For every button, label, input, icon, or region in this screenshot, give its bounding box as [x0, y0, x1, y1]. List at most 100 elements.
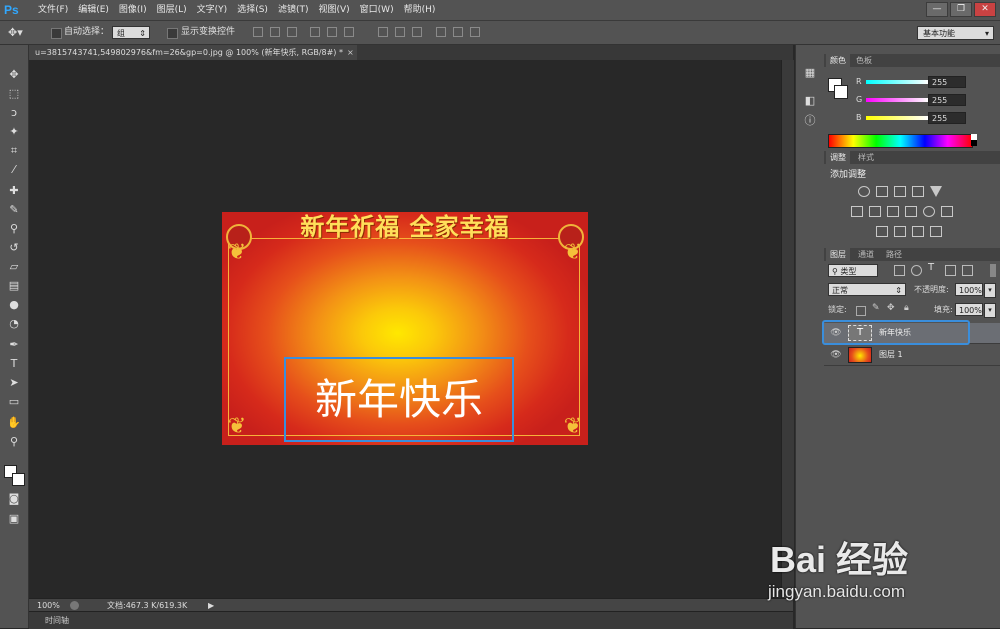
align-vcenter-icon[interactable] [270, 27, 280, 37]
menu-filter[interactable]: 滤镜(T) [273, 0, 314, 20]
black-white-adjust-icon[interactable] [887, 206, 899, 217]
filter-shape-icon[interactable] [945, 265, 956, 276]
vibrance-adjust-icon[interactable] [930, 186, 942, 197]
workspace-select[interactable]: 基本功能 ▾ [917, 26, 994, 40]
menu-layer[interactable]: 图层(L) [152, 0, 192, 20]
lock-all-icon[interactable]: 🔒︎ [904, 303, 914, 316]
clone-stamp-tool-icon[interactable]: ⚲ [5, 221, 23, 237]
distribute-vcenter-icon[interactable] [395, 27, 405, 37]
brush-tool-icon[interactable]: ✎ [5, 202, 23, 218]
distribute-left-icon[interactable] [436, 27, 446, 37]
lock-pixels-icon[interactable]: ✎ [872, 303, 882, 316]
distribute-top-icon[interactable] [378, 27, 388, 37]
levels-adjust-icon[interactable] [876, 186, 888, 197]
timeline-tab[interactable]: 时间轴 [45, 612, 69, 629]
lock-position-icon[interactable]: ✥ [887, 303, 897, 316]
filter-toggle[interactable] [990, 264, 996, 277]
document-close-icon[interactable]: × [347, 45, 354, 60]
marquee-tool-icon[interactable]: ⬚ [5, 86, 23, 102]
blend-mode-select[interactable]: 正常 ⇕ [828, 283, 906, 296]
vertical-scrollbar[interactable] [781, 60, 794, 598]
photo-filter-adjust-icon[interactable] [905, 206, 917, 217]
align-top-icon[interactable] [253, 27, 263, 37]
align-hcenter-icon[interactable] [327, 27, 337, 37]
exposure-adjust-icon[interactable] [912, 186, 924, 197]
move-tool-preset-icon[interactable]: ✥▾ [8, 25, 32, 40]
crop-tool-icon[interactable]: ⌗ [5, 143, 23, 159]
red-slider[interactable] [866, 80, 928, 84]
tab-styles[interactable]: 样式 [854, 151, 878, 164]
type-tool-icon[interactable]: T [5, 356, 23, 372]
auto-select-checkbox[interactable] [51, 28, 62, 39]
zoom-tool-icon[interactable]: ⚲ [5, 434, 23, 450]
filter-type-icon[interactable]: T [928, 262, 940, 276]
blur-tool-icon[interactable]: ● [5, 297, 23, 313]
tab-swatches[interactable]: 色板 [852, 54, 876, 67]
distribute-hcenter-icon[interactable] [453, 27, 463, 37]
green-value[interactable]: 255 [928, 94, 966, 106]
screen-mode-icon[interactable]: ▣ [5, 511, 23, 527]
blue-value[interactable]: 255 [928, 112, 966, 124]
opacity-dropdown-icon[interactable]: ▾ [984, 283, 996, 298]
properties-panel-icon[interactable]: ◧ [802, 93, 818, 109]
tab-channels[interactable]: 通道 [854, 248, 878, 261]
menu-help[interactable]: 帮助(H) [399, 0, 441, 20]
align-right-icon[interactable] [344, 27, 354, 37]
menu-window[interactable]: 窗口(W) [355, 0, 399, 20]
document-image[interactable]: 新年祈福 全家幸福 ❦ ❦ ❦ ❦ 新年快乐 [222, 212, 588, 445]
minimize-button[interactable]: — [926, 2, 948, 17]
show-transform-checkbox[interactable] [167, 28, 178, 39]
distribute-right-icon[interactable] [470, 27, 480, 37]
menu-edit[interactable]: 编辑(E) [73, 0, 114, 20]
history-panel-icon[interactable]: ▦ [802, 65, 818, 81]
invert-adjust-icon[interactable] [876, 226, 888, 237]
rectangle-tool-icon[interactable]: ▭ [5, 394, 23, 410]
menu-view[interactable]: 视图(V) [313, 0, 354, 20]
background-color-swatch[interactable] [12, 473, 25, 486]
history-brush-tool-icon[interactable]: ↺ [5, 240, 23, 256]
healing-brush-tool-icon[interactable]: ✚ [5, 183, 23, 199]
menu-type[interactable]: 文字(Y) [192, 0, 233, 20]
tab-layers[interactable]: 图层 [826, 248, 850, 261]
curves-adjust-icon[interactable] [894, 186, 906, 197]
spectrum-black-white[interactable] [971, 134, 977, 146]
channel-mixer-adjust-icon[interactable] [923, 206, 935, 217]
layer-filter-select[interactable]: ⚲ 类型 [828, 264, 878, 277]
magic-wand-tool-icon[interactable]: ✦ [5, 124, 23, 140]
info-panel-icon[interactable]: ⓘ [802, 113, 818, 129]
dodge-tool-icon[interactable]: ◔ [5, 316, 23, 332]
eyedropper-tool-icon[interactable]: ⁄ [5, 162, 23, 178]
align-bottom-icon[interactable] [287, 27, 297, 37]
status-info-icon[interactable] [70, 601, 79, 610]
blue-slider[interactable] [866, 116, 928, 120]
quick-mask-icon[interactable]: ◙ [5, 491, 23, 507]
document-tab[interactable]: u=3815743741,549802976&fm=26&gp=0.jpg @ … [29, 45, 358, 60]
layer-visibility-eye-icon[interactable]: 👁︎ [830, 349, 842, 361]
hand-tool-icon[interactable]: ✋ [5, 415, 23, 431]
green-slider[interactable] [866, 98, 928, 102]
tab-paths[interactable]: 路径 [882, 248, 906, 261]
layer-name[interactable]: 图层 1 [879, 345, 903, 365]
brightness-adjust-icon[interactable] [858, 186, 870, 197]
filter-pixel-icon[interactable] [894, 265, 905, 276]
gradient-tool-icon[interactable]: ▤ [5, 278, 23, 294]
distribute-bottom-icon[interactable] [412, 27, 422, 37]
path-selection-tool-icon[interactable]: ➤ [5, 375, 23, 391]
hue-saturation-adjust-icon[interactable] [851, 206, 863, 217]
menu-select[interactable]: 选择(S) [232, 0, 273, 20]
fill-dropdown-icon[interactable]: ▾ [984, 303, 996, 318]
color-spectrum-bar[interactable] [828, 134, 973, 148]
menu-file[interactable]: 文件(F) [33, 0, 73, 20]
filter-adjust-icon[interactable] [911, 265, 922, 276]
pen-tool-icon[interactable]: ✒ [5, 337, 23, 353]
fill-input[interactable]: 100% [955, 303, 983, 316]
layer-row-image[interactable]: 👁︎ 图层 1 [824, 345, 1000, 366]
align-left-icon[interactable] [310, 27, 320, 37]
opacity-input[interactable]: 100% [955, 283, 983, 296]
color-balance-adjust-icon[interactable] [869, 206, 881, 217]
filter-smart-icon[interactable] [962, 265, 973, 276]
gradient-map-adjust-icon[interactable] [930, 226, 942, 237]
close-button[interactable]: ✕ [974, 2, 996, 17]
lock-transparency-icon[interactable] [856, 306, 866, 316]
lasso-tool-icon[interactable]: ↄ [5, 105, 23, 121]
